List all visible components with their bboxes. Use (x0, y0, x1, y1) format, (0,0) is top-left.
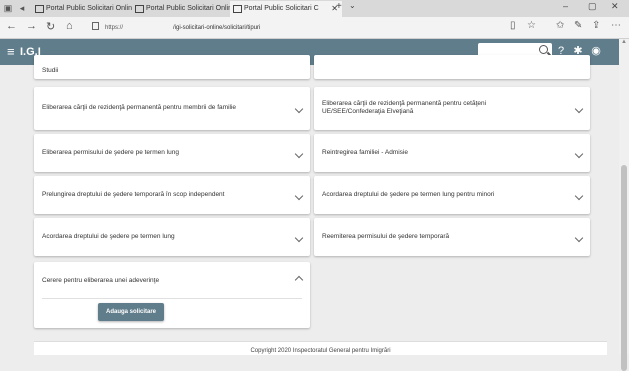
chevron-down-icon[interactable] (294, 191, 304, 201)
new-tab-icon[interactable]: + (336, 1, 342, 12)
add-request-button[interactable]: Adauga solicitare (98, 303, 164, 321)
share-icon[interactable]: ⇪ (592, 20, 600, 31)
request-type-card-expanded[interactable]: Cerere pentru eliberarea unei adeverinţe (34, 262, 310, 328)
chevron-down-icon[interactable] (294, 149, 304, 159)
chevron-up-icon[interactable] (294, 275, 304, 285)
chevron-down-icon[interactable] (574, 104, 584, 114)
request-type-card[interactable]: Acordarea dreptului de şedere pe termen … (34, 218, 310, 256)
page-icon (135, 5, 144, 13)
pen-icon[interactable]: ✎ (574, 20, 582, 31)
card-label: Eliberarea permisului de şedere pe terme… (42, 149, 179, 156)
request-type-card[interactable]: Reintregirea familiei - Admisie (314, 134, 590, 172)
tab-list-chevron-icon[interactable]: ⌄ (349, 1, 356, 10)
more-icon[interactable]: ⋯ (611, 20, 621, 31)
request-type-card[interactable]: Eliberarea cărţii de rezidenţă permanent… (34, 87, 310, 130)
divider (42, 298, 302, 299)
page-footer: Copyright 2020 Inspectoratul General pen… (34, 341, 607, 355)
request-type-card[interactable]: Eliberarea permisului de şedere pe terme… (34, 134, 310, 172)
close-window-icon[interactable]: ✕ (611, 1, 619, 12)
restore-icon[interactable]: ▢ (588, 1, 597, 12)
url-scheme: https:// (105, 25, 124, 31)
back-icon[interactable]: ← (6, 20, 17, 32)
account-icon[interactable]: ◉ (590, 44, 602, 58)
search-icon[interactable] (539, 45, 548, 54)
chevron-down-icon[interactable] (294, 104, 304, 114)
address-bar: ← → ↻ ⌂ https:// /igi-solicitari-online/s… (0, 17, 629, 39)
request-type-card[interactable]: Reemiterea permisului de şedere temporar… (314, 218, 590, 256)
tab-label: Portal Public Solicitari Onlin (46, 5, 132, 12)
request-type-card[interactable] (314, 55, 590, 79)
chevron-down-icon[interactable] (574, 233, 584, 243)
forward-icon[interactable]: → (26, 20, 37, 32)
page-icon (233, 5, 242, 13)
browser-tab[interactable]: Portal Public Solicitari Onlin (132, 1, 242, 17)
tab-label: Portal Public Solicitari C (244, 5, 319, 12)
copyright-text: Copyright 2020 Inspectoratul General pen… (250, 348, 391, 354)
card-label: Acordarea dreptului de şedere pe termen … (42, 233, 175, 240)
card-label: Prelungirea dreptului de şedere temporar… (42, 191, 225, 198)
request-type-card[interactable]: Eliberarea cărţii de rezidenţă permanent… (314, 87, 590, 130)
card-label: Cerere pentru eliberarea unei adeverinţe (42, 277, 160, 284)
browser-tab-bar: ▣ ◂ Portal Public Solicitari Onlin Porta… (0, 0, 629, 17)
refresh-icon[interactable]: ↻ (46, 20, 55, 33)
back-tabs-icon[interactable]: ◂ (17, 3, 27, 13)
page-icon (35, 5, 44, 13)
chevron-down-icon[interactable] (574, 149, 584, 159)
chevron-down-icon[interactable] (574, 191, 584, 201)
minimize-icon[interactable]: – (563, 1, 568, 11)
request-type-card[interactable]: Acordarea dreptului de şedere pe termen … (314, 176, 590, 214)
request-type-card[interactable]: Studii (34, 55, 310, 79)
card-label: Reintregirea familiei - Admisie (322, 149, 408, 156)
card-label: Acordarea dreptului de şedere pe termen … (322, 191, 495, 198)
card-label: Studii (42, 67, 59, 74)
page-scrollbar[interactable]: ▲ (619, 39, 629, 371)
url-field[interactable]: https:// /igi-solicitari-online/solicitar… (92, 22, 260, 31)
favorite-star-icon[interactable]: ☆ (527, 20, 536, 31)
tab-label: Portal Public Solicitari Onlin (146, 5, 232, 12)
browser-tab[interactable]: Portal Public Solicitari Onlin (32, 1, 144, 17)
scrollbar-thumb[interactable] (621, 165, 627, 371)
scroll-up-icon[interactable]: ▲ (621, 39, 627, 45)
home-icon[interactable]: ⌂ (66, 20, 73, 32)
chevron-down-icon[interactable] (294, 233, 304, 243)
browser-tab-active[interactable]: Portal Public Solicitari C ✕ (230, 1, 342, 17)
request-type-card[interactable]: Prelungirea dreptului de şedere temporar… (34, 176, 310, 214)
reading-view-icon[interactable]: ▯ (510, 20, 516, 31)
card-label: Eliberarea cărţii de rezidenţă permanent… (322, 100, 487, 115)
page-info-icon (92, 22, 99, 30)
window-menu-icon[interactable]: ▣ (3, 3, 13, 13)
card-label: Eliberarea cărţii de rezidenţă permanent… (42, 104, 237, 111)
favorites-hub-icon[interactable]: ✩ (556, 20, 564, 31)
url-path: /igi-solicitari-online/solicitari/tipuri (173, 25, 261, 31)
card-label: Reemiterea permisului de şedere temporar… (322, 233, 450, 240)
hamburger-menu-icon[interactable]: ≡ (7, 44, 15, 60)
